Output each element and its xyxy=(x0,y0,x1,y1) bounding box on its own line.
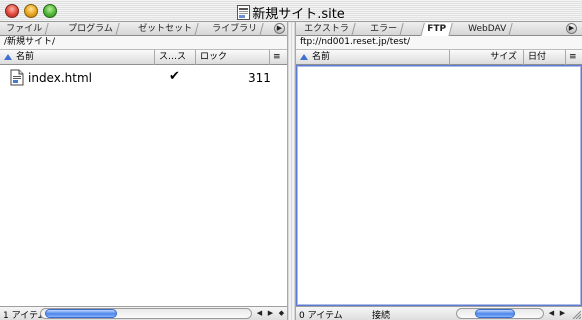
column-status[interactable]: ス…ス xyxy=(155,50,196,65)
split-resize-icon[interactable]: ◆ xyxy=(276,308,287,319)
remote-item-count: 0 アイテム xyxy=(299,311,343,320)
remote-file-list[interactable] xyxy=(296,65,582,306)
tab-extras[interactable]: エクストラ xyxy=(298,23,356,36)
tab-webdav[interactable]: WebDAV xyxy=(462,23,513,36)
remote-status-bar: 0 アイテム 接続 ◀ ▶ xyxy=(296,306,582,320)
status-check-icon: ✔ xyxy=(169,69,180,84)
remote-column-date[interactable]: 日付 xyxy=(524,50,566,65)
tab-files[interactable]: ファイル xyxy=(0,23,49,36)
remote-column-date-label: 日付 xyxy=(528,52,547,62)
tab-ftp-label: FTP xyxy=(427,24,447,34)
column-name-label: 名前 xyxy=(16,52,35,62)
column-lock-label: ロック xyxy=(200,52,228,62)
remote-column-size-label: サイズ xyxy=(490,52,517,62)
column-lock[interactable]: ロック xyxy=(196,50,270,65)
tab-library-label: ライブラリ xyxy=(212,24,258,34)
remote-scroll-thumb[interactable] xyxy=(475,309,515,318)
remote-sort-ascending-icon xyxy=(300,54,308,60)
local-file-list[interactable]: index.html ✔ 311 xyxy=(0,65,287,306)
remote-tab-scroll-right-icon[interactable]: ▶ xyxy=(566,23,577,34)
html-file-icon xyxy=(10,69,24,86)
tab-ftp[interactable]: FTP xyxy=(420,23,453,37)
remote-column-name[interactable]: 名前 xyxy=(296,50,450,65)
local-status-bar: 1 アイテム ◀ ▶ ◆ xyxy=(0,306,287,320)
tab-library[interactable]: ライブラリ xyxy=(206,23,264,36)
title-bar[interactable]: 新規サイト.site xyxy=(0,0,582,22)
resize-grip-icon[interactable] xyxy=(571,309,581,319)
tab-webdav-label: WebDAV xyxy=(468,24,507,34)
scroll-left-icon[interactable]: ◀ xyxy=(254,308,265,319)
remote-pane: エクストラ エラー FTP WebDAV ▶ ftp://nd001.reset… xyxy=(296,22,582,320)
file-row[interactable]: index.html ✔ 311 xyxy=(0,68,287,87)
tab-errors-label: エラー xyxy=(370,24,398,34)
file-name: index.html xyxy=(28,71,92,85)
tab-errors[interactable]: エラー xyxy=(364,23,404,36)
remote-column-menu-icon[interactable]: ≡ xyxy=(566,50,582,65)
remote-column-name-label: 名前 xyxy=(312,52,331,62)
window-title-wrap: 新規サイト.site xyxy=(0,3,582,22)
local-horizontal-scrollbar[interactable] xyxy=(40,308,252,319)
local-path-bar: /新規サイト/ xyxy=(0,36,287,50)
connection-status: 接続 xyxy=(372,311,391,320)
site-document-icon xyxy=(237,5,251,20)
tab-snippets-label: ゼットセット xyxy=(138,24,193,34)
remote-column-size[interactable]: サイズ xyxy=(450,50,524,65)
local-column-header: 名前 ス…ス ロック ≡ xyxy=(0,50,287,65)
tab-files-label: ファイル xyxy=(6,24,43,34)
remote-tab-bar: エクストラ エラー FTP WebDAV ▶ xyxy=(296,22,582,37)
tab-programs-label: プログラム xyxy=(68,24,113,34)
remote-column-header: 名前 サイズ 日付 ≡ xyxy=(296,50,582,65)
local-tab-bar: ファイル プログラム ゼットセット ライブラリ ▶ xyxy=(0,22,287,36)
window-title: 新規サイト.site xyxy=(252,7,345,22)
local-scroll-thumb[interactable] xyxy=(45,309,117,318)
site-window: 新規サイト.site ファイル プログラム ゼットセット ライブラリ ▶ /新規… xyxy=(0,0,582,320)
remote-path-bar: ftp://nd001.reset.jp/test/ xyxy=(296,36,582,50)
tab-programs[interactable]: プログラム xyxy=(62,23,120,36)
remote-horizontal-scrollbar[interactable] xyxy=(456,308,544,319)
tab-scroll-right-icon[interactable]: ▶ xyxy=(274,23,285,34)
remote-scroll-left-icon[interactable]: ◀ xyxy=(546,308,557,319)
tab-snippets[interactable]: ゼットセット xyxy=(132,23,199,36)
column-name[interactable]: 名前 xyxy=(0,50,155,65)
remote-scroll-right-icon[interactable]: ▶ xyxy=(557,308,568,319)
column-status-label: ス…ス xyxy=(159,52,187,62)
pane-splitter[interactable] xyxy=(288,22,296,320)
column-menu-icon[interactable]: ≡ xyxy=(270,50,288,65)
file-size: 311 xyxy=(248,71,271,85)
local-pane: ファイル プログラム ゼットセット ライブラリ ▶ /新規サイト/ 名前 ス…ス… xyxy=(0,22,288,320)
scroll-right-icon[interactable]: ▶ xyxy=(265,308,276,319)
sort-ascending-icon xyxy=(4,54,12,60)
tab-extras-label: エクストラ xyxy=(304,24,349,34)
